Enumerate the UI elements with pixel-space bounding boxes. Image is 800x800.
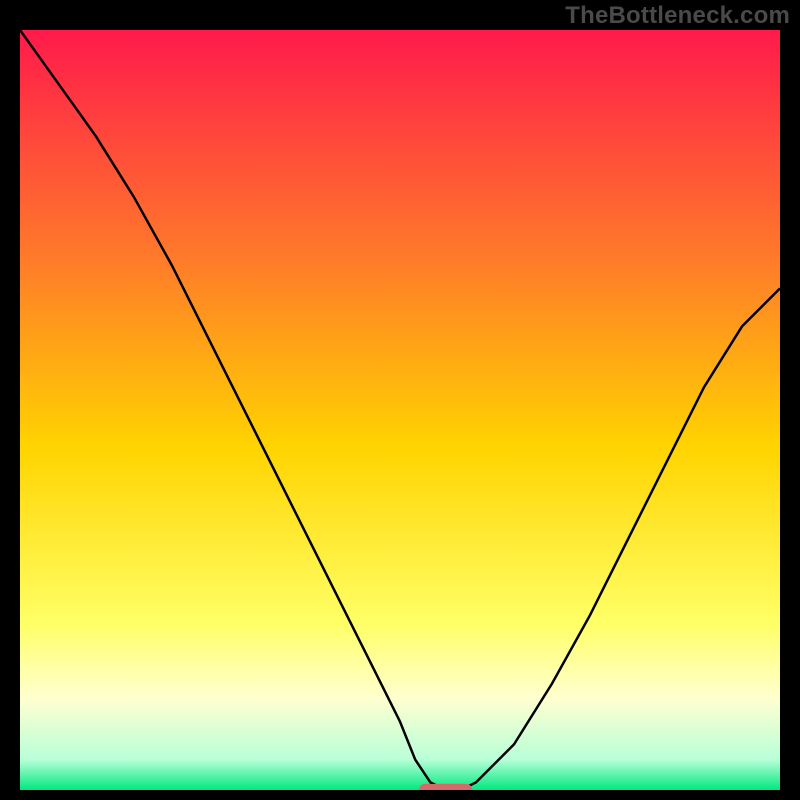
- watermark-text: TheBottleneck.com: [565, 2, 790, 30]
- plot-area: [20, 30, 780, 790]
- chart-svg: [20, 30, 780, 790]
- gradient-background: [20, 30, 780, 790]
- optimal-marker: [419, 784, 472, 790]
- chart-frame: TheBottleneck.com: [0, 0, 800, 800]
